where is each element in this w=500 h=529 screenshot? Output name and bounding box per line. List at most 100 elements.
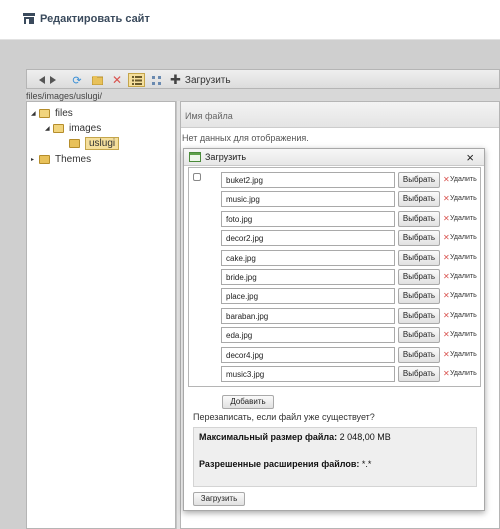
current-path: files/images/uslugi/ — [26, 91, 103, 101]
delete-icon[interactable]: ✕ — [111, 73, 123, 87]
folder-tree: ◢ files ◢ images uslugi ▸ Themes — [26, 101, 176, 529]
file-row: foto.jpg Выбрать ✕ Удалить — [189, 210, 479, 227]
remove-link[interactable]: Удалить — [450, 312, 477, 319]
remove-link[interactable]: Удалить — [450, 331, 477, 338]
max-size-value: 2 048,00 MB — [339, 432, 391, 442]
browse-button[interactable]: Выбрать — [398, 269, 440, 285]
dialog-title: Загрузить — [205, 152, 247, 162]
tree-item-images[interactable]: ◢ images — [45, 121, 101, 135]
folder-icon — [69, 138, 80, 148]
file-row: music3.jpg Выбрать ✕ Удалить — [189, 366, 479, 382]
file-row: bride.jpg Выбрать ✕ Удалить — [189, 269, 479, 285]
remove-link[interactable]: Удалить — [450, 176, 477, 183]
browse-button[interactable]: Выбрать — [398, 172, 440, 188]
tree-item-uslugi[interactable]: uslugi — [61, 136, 120, 150]
max-size-label: Максимальный размер файла: — [199, 432, 338, 442]
browse-button[interactable]: Выбрать — [398, 210, 440, 227]
remove-icon[interactable]: ✕ — [443, 272, 450, 281]
thumbnail-view-icon[interactable] — [150, 73, 162, 87]
add-button[interactable]: Добавить — [222, 395, 274, 409]
column-header-filename[interactable]: Имя файла — [181, 102, 499, 128]
file-row: music.jpg Выбрать ✕ Удалить — [189, 191, 479, 208]
file-row: place.jpg Выбрать ✕ Удалить — [189, 288, 479, 305]
tree-item-label: uslugi — [85, 136, 120, 150]
browse-button[interactable]: Выбрать — [398, 346, 440, 363]
browse-button[interactable]: Выбрать — [398, 327, 440, 344]
file-row: eda.jpg Выбрать ✕ Удалить — [189, 327, 479, 344]
remove-link[interactable]: Удалить — [450, 254, 477, 261]
browse-button[interactable]: Выбрать — [398, 249, 440, 266]
remove-icon[interactable]: ✕ — [443, 214, 450, 223]
folder-open-icon — [53, 123, 64, 133]
file-name-field[interactable]: baraban.jpg — [221, 307, 395, 324]
browse-button[interactable]: Выбрать — [398, 366, 440, 382]
browse-button[interactable]: Выбрать — [398, 288, 440, 305]
remove-icon[interactable]: ✕ — [443, 194, 450, 203]
expanded-arrow-icon[interactable]: ◢ — [45, 125, 53, 132]
file-name-field[interactable]: eda.jpg — [221, 327, 395, 344]
page-title[interactable]: Редактировать сайт — [40, 13, 150, 25]
file-name-field[interactable]: music3.jpg — [221, 366, 395, 382]
plus-icon: ✚ — [170, 72, 181, 87]
extensions-value: *.* — [361, 459, 372, 469]
remove-icon[interactable]: ✕ — [443, 350, 450, 359]
extensions-info: Разрешенные расширения файлов: *.* — [199, 459, 371, 469]
remove-link[interactable]: Удалить — [450, 234, 477, 241]
remove-icon[interactable]: ✕ — [443, 311, 450, 320]
list-view-icon[interactable] — [128, 73, 145, 87]
remove-icon[interactable]: ✕ — [443, 291, 450, 300]
refresh-icon[interactable]: ⟳ — [71, 73, 83, 87]
max-size-info: Максимальный размер файла: 2 048,00 MB — [199, 432, 391, 442]
forward-icon[interactable] — [49, 73, 57, 87]
browse-button[interactable]: Выбрать — [398, 230, 440, 247]
back-icon[interactable] — [38, 73, 46, 87]
file-row: baraban.jpg Выбрать ✕ Удалить — [189, 307, 479, 324]
upload-button-label: Загрузить — [184, 74, 231, 86]
tree-item-files[interactable]: ◢ files — [31, 106, 73, 120]
remove-icon[interactable]: ✕ — [443, 330, 450, 339]
collapsed-arrow-icon[interactable]: ▸ — [31, 156, 39, 163]
site-header: Редактировать сайт — [0, 0, 500, 40]
remove-icon[interactable]: ✕ — [443, 369, 450, 378]
remove-link[interactable]: Удалить — [450, 351, 477, 358]
upload-info: Максимальный размер файла: 2 048,00 MB Р… — [193, 427, 477, 487]
file-name-field[interactable]: buket2.jpg — [221, 172, 395, 188]
dialog-titlebar[interactable]: Загрузить × — [184, 149, 484, 166]
file-name-field[interactable]: foto.jpg — [221, 210, 395, 227]
remove-link[interactable]: Удалить — [450, 370, 477, 377]
empty-message: Нет данных для отображения. — [182, 133, 309, 143]
tree-item-label: files — [55, 107, 73, 119]
remove-icon[interactable]: ✕ — [443, 253, 450, 262]
file-name-field[interactable]: place.jpg — [221, 288, 395, 305]
file-row: decor2.jpg Выбрать ✕ Удалить — [189, 230, 479, 247]
browse-button[interactable]: Выбрать — [398, 307, 440, 324]
remove-link[interactable]: Удалить — [450, 292, 477, 299]
folder-open-icon — [39, 108, 50, 118]
tree-item-themes[interactable]: ▸ Themes — [31, 152, 91, 166]
upload-window-icon — [189, 152, 201, 162]
file-name-field[interactable]: music.jpg — [221, 191, 395, 208]
file-name-field[interactable]: bride.jpg — [221, 269, 395, 285]
file-name-field[interactable]: decor2.jpg — [221, 230, 395, 247]
remove-link[interactable]: Удалить — [450, 273, 477, 280]
file-row: buket2.jpg Выбрать ✕ Удалить — [189, 172, 479, 188]
remove-icon[interactable]: ✕ — [443, 175, 450, 184]
tree-item-label: Themes — [55, 153, 92, 165]
browse-button[interactable]: Выбрать — [398, 191, 440, 208]
remove-link[interactable]: Удалить — [450, 195, 477, 202]
file-name-field[interactable]: decor4.jpg — [221, 346, 395, 363]
new-folder-icon[interactable] — [91, 73, 103, 87]
remove-icon[interactable]: ✕ — [443, 233, 450, 242]
file-name-field[interactable]: cake.jpg — [221, 249, 395, 266]
upload-button[interactable]: ✚ Загрузить — [170, 72, 240, 87]
submit-upload-button[interactable]: Загрузить — [193, 492, 245, 506]
store-icon — [23, 13, 35, 24]
close-icon[interactable]: × — [466, 150, 474, 165]
folder-icon — [39, 154, 50, 164]
file-row: cake.jpg Выбрать ✕ Удалить — [189, 249, 479, 266]
expanded-arrow-icon[interactable]: ◢ — [31, 110, 39, 117]
tree-item-label: images — [69, 122, 102, 134]
overwrite-label: Перезаписать, если файл уже существует? — [193, 412, 375, 422]
upload-dialog: Загрузить × buket2.jpg Выбрать ✕ Удалить mus… — [183, 148, 485, 511]
remove-link[interactable]: Удалить — [450, 215, 477, 222]
